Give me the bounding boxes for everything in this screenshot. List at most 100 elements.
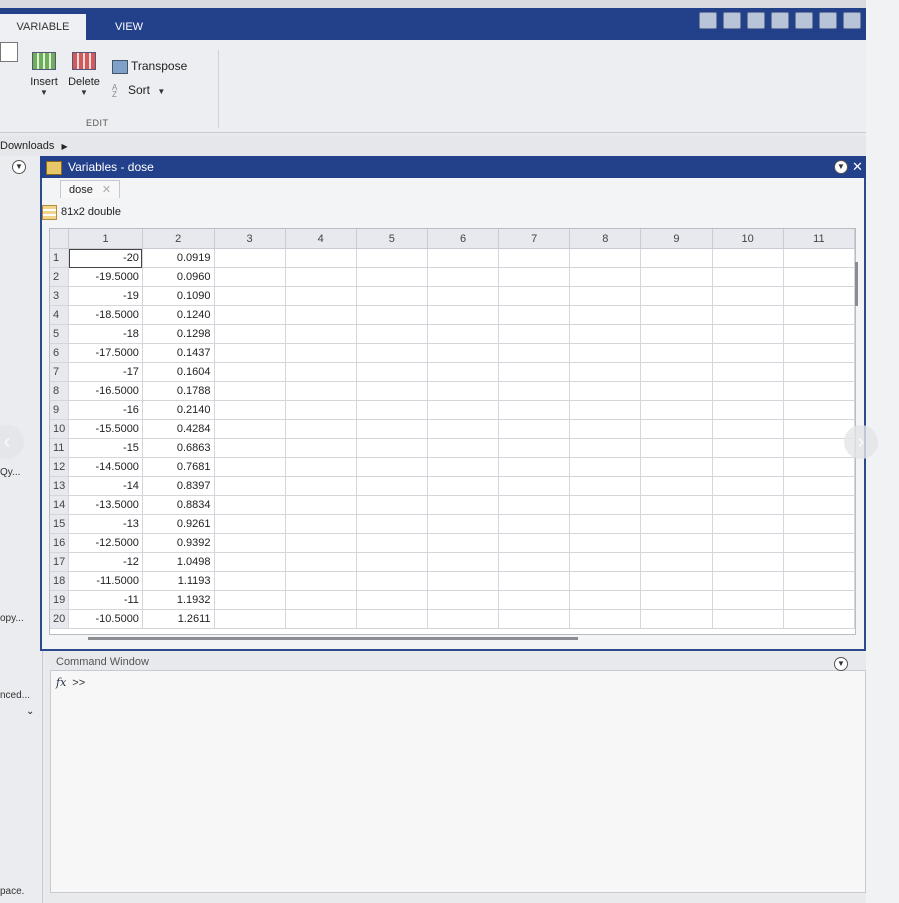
table-cell[interactable]	[498, 495, 571, 515]
table-cell[interactable]	[712, 362, 784, 382]
table-cell[interactable]	[285, 305, 357, 325]
corner-cell[interactable]	[50, 229, 70, 249]
row-header[interactable]: 15	[50, 514, 70, 534]
left-item-qy[interactable]: Qy...	[0, 467, 20, 478]
table-cell[interactable]	[712, 457, 784, 477]
table-cell[interactable]	[427, 419, 500, 439]
table-cell[interactable]	[569, 609, 642, 629]
column-header[interactable]: 6	[427, 229, 500, 249]
table-cell[interactable]	[498, 457, 571, 477]
table-cell[interactable]	[569, 400, 642, 420]
table-cell[interactable]	[640, 438, 713, 458]
column-header[interactable]: 5	[356, 229, 428, 249]
table-cell[interactable]: -17.5000	[68, 343, 143, 363]
table-cell[interactable]	[569, 476, 642, 496]
table-cell[interactable]	[569, 457, 642, 477]
row-header[interactable]: 1	[50, 248, 70, 268]
table-cell[interactable]	[214, 571, 286, 591]
table-cell[interactable]	[569, 343, 642, 363]
column-header[interactable]: 9	[640, 229, 713, 249]
row-header[interactable]: 4	[50, 305, 70, 325]
table-cell[interactable]	[498, 400, 571, 420]
table-cell[interactable]	[640, 495, 713, 515]
table-cell[interactable]	[214, 305, 286, 325]
table-cell[interactable]	[285, 514, 357, 534]
table-cell[interactable]: 1.1193	[142, 571, 215, 591]
table-cell[interactable]	[214, 362, 286, 382]
table-cell[interactable]	[356, 495, 428, 515]
row-header[interactable]: 14	[50, 495, 70, 515]
table-cell[interactable]	[569, 552, 642, 572]
table-cell[interactable]	[640, 324, 713, 344]
table-cell[interactable]	[427, 305, 500, 325]
table-cell[interactable]: 0.7681	[142, 457, 215, 477]
row-header[interactable]: 18	[50, 571, 70, 591]
row-header[interactable]: 2	[50, 267, 70, 287]
tab-close-icon[interactable]: ✕	[102, 184, 111, 196]
ribbon-input-field[interactable]	[0, 42, 18, 62]
table-cell[interactable]	[640, 343, 713, 363]
table-cell[interactable]	[640, 457, 713, 477]
table-cell[interactable]	[356, 419, 428, 439]
table-cell[interactable]	[712, 609, 784, 629]
table-cell[interactable]	[783, 514, 855, 534]
table-cell[interactable]	[569, 419, 642, 439]
table-cell[interactable]	[214, 324, 286, 344]
tab-view[interactable]: VIEW	[86, 14, 172, 40]
table-cell[interactable]	[356, 571, 428, 591]
table-cell[interactable]	[214, 514, 286, 534]
table-cell[interactable]	[427, 248, 500, 268]
table-cell[interactable]	[285, 343, 357, 363]
table-cell[interactable]	[569, 495, 642, 515]
column-header[interactable]: 4	[285, 229, 357, 249]
table-cell[interactable]	[498, 609, 571, 629]
table-cell[interactable]: -20	[68, 248, 143, 268]
table-cell[interactable]	[640, 267, 713, 287]
table-cell[interactable]	[498, 267, 571, 287]
column-header[interactable]: 11	[783, 229, 855, 249]
table-cell[interactable]: -16.5000	[68, 381, 143, 401]
table-cell[interactable]: -13	[68, 514, 143, 534]
row-header[interactable]: 7	[50, 362, 70, 382]
row-header[interactable]: 20	[50, 609, 70, 629]
table-cell[interactable]	[640, 286, 713, 306]
table-cell[interactable]	[356, 552, 428, 572]
table-cell[interactable]	[640, 590, 713, 610]
redo-icon[interactable]	[819, 12, 837, 29]
table-cell[interactable]	[783, 343, 855, 363]
table-cell[interactable]	[356, 305, 428, 325]
table-cell[interactable]	[214, 590, 286, 610]
table-cell[interactable]	[640, 305, 713, 325]
table-cell[interactable]	[783, 305, 855, 325]
table-cell[interactable]	[285, 381, 357, 401]
table-cell[interactable]	[783, 362, 855, 382]
table-cell[interactable]	[569, 533, 642, 553]
table-cell[interactable]	[783, 609, 855, 629]
row-header[interactable]: 11	[50, 438, 70, 458]
insert-button[interactable]: Insert ▼	[28, 52, 60, 97]
table-cell[interactable]	[285, 457, 357, 477]
table-cell[interactable]	[783, 476, 855, 496]
left-item-copy[interactable]: opy...	[0, 613, 24, 624]
command-window-menu-button[interactable]: ▼	[834, 657, 848, 671]
table-cell[interactable]	[214, 286, 286, 306]
table-cell[interactable]: -14	[68, 476, 143, 496]
save-icon[interactable]	[699, 12, 717, 29]
table-cell[interactable]: 0.9392	[142, 533, 215, 553]
table-cell[interactable]: 0.4284	[142, 419, 215, 439]
table-cell[interactable]	[427, 609, 500, 629]
tab-dose[interactable]: dose ✕	[60, 180, 120, 198]
table-cell[interactable]	[356, 609, 428, 629]
table-cell[interactable]: 0.1298	[142, 324, 215, 344]
path-downloads[interactable]: Downloads	[0, 140, 54, 152]
row-header[interactable]: 19	[50, 590, 70, 610]
table-cell[interactable]: 0.9261	[142, 514, 215, 534]
table-cell[interactable]: -10.5000	[68, 609, 143, 629]
window-icon[interactable]	[843, 12, 861, 29]
table-cell[interactable]: -12.5000	[68, 533, 143, 553]
table-cell[interactable]: 0.6863	[142, 438, 215, 458]
table-cell[interactable]	[285, 362, 357, 382]
table-cell[interactable]	[783, 495, 855, 515]
table-cell[interactable]: -15.5000	[68, 419, 143, 439]
table-cell[interactable]	[640, 400, 713, 420]
